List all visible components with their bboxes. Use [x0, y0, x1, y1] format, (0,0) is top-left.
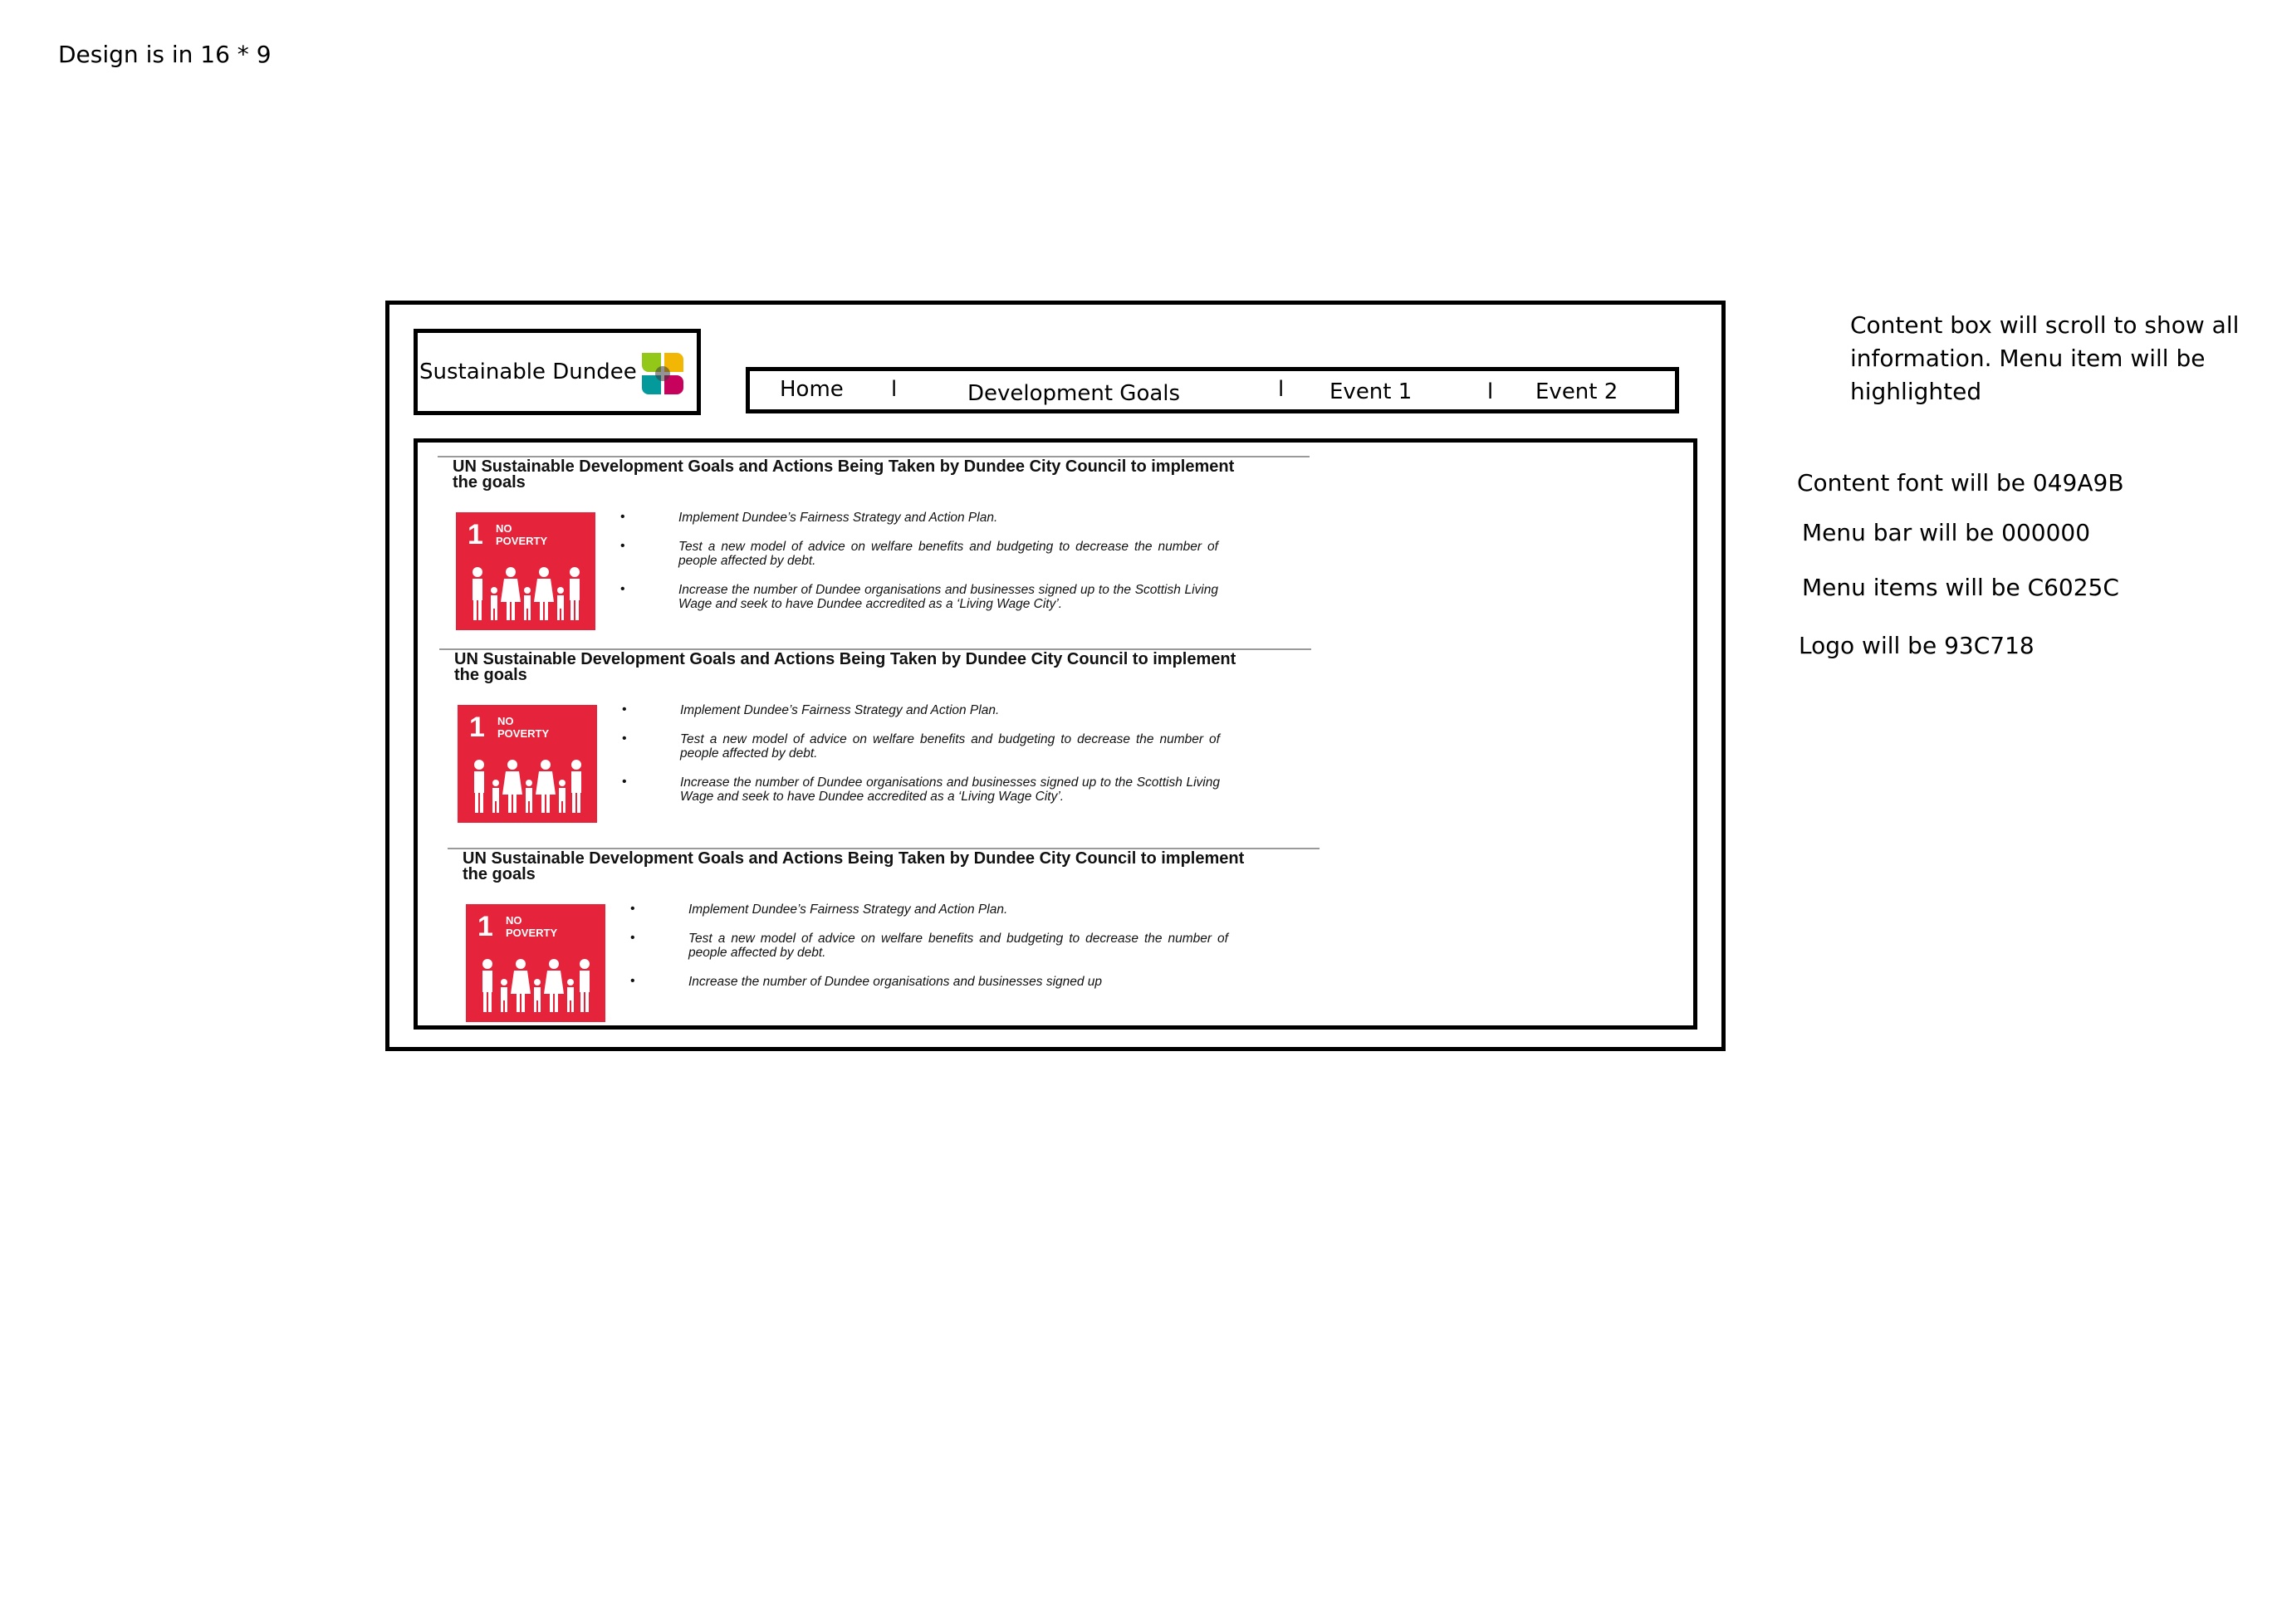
four-leaf-logo-icon [642, 353, 683, 394]
format-note: Design is in 16 * 9 [58, 41, 272, 68]
logo[interactable]: Sustainable Dundee [414, 329, 701, 415]
sdg-label: NO POVERTY [497, 715, 550, 740]
menu-separator: l [1487, 379, 1494, 404]
section-heading: UN Sustainable Development Goals and Act… [454, 650, 1236, 684]
sdg-label: NO POVERTY [506, 914, 558, 939]
menu-bar-note: Menu bar will be 000000 [1802, 519, 2091, 546]
action-item: Test a new model of advice on welfare be… [620, 539, 1218, 568]
scroll-note: Content box will scroll to show all info… [1850, 311, 2240, 405]
action-item: Test a new model of advice on welfare be… [630, 931, 1228, 960]
sdg-tile: 1 NO POVERTY [466, 904, 605, 1022]
menu-item-event-2[interactable]: Event 2 [1535, 379, 1618, 404]
action-list: Implement Dundee’s Fairness Strategy and… [630, 902, 1228, 1004]
family-icon [482, 959, 590, 1012]
content-box[interactable]: UN Sustainable Development Goals and Act… [414, 438, 1697, 1030]
sdg-number: 1 [477, 911, 493, 942]
menu-items-note: Menu items will be C6025C [1802, 574, 2119, 601]
logo-text: Sustainable Dundee [419, 360, 637, 384]
section-heading: UN Sustainable Development Goals and Act… [453, 457, 1235, 492]
action-item: Increase the number of Dundee organisati… [620, 582, 1218, 611]
logo-note: Logo will be 93C718 [1799, 632, 2035, 659]
action-list: Implement Dundee’s Fairness Strategy and… [620, 510, 1218, 626]
action-list: Implement Dundee’s Fairness Strategy and… [622, 702, 1220, 819]
action-item: Increase the number of Dundee organisati… [630, 974, 1228, 989]
family-icon [473, 567, 580, 620]
menu-item-event-1[interactable]: Event 1 [1329, 379, 1412, 404]
family-icon [474, 760, 581, 813]
menu-item-development-goals[interactable]: Development Goals [967, 381, 1180, 406]
section-heading: UN Sustainable Development Goals and Act… [463, 849, 1245, 883]
action-item: Implement Dundee’s Fairness Strategy and… [622, 702, 1220, 717]
menu-separator: l [1278, 377, 1285, 402]
sdg-number: 1 [468, 519, 483, 550]
menu-bar: Home l Development Goals l Event 1 l Eve… [746, 367, 1679, 413]
action-item: Implement Dundee’s Fairness Strategy and… [630, 902, 1228, 917]
sdg-tile: 1 NO POVERTY [458, 705, 597, 823]
action-item: Increase the number of Dundee organisati… [622, 775, 1220, 804]
sdg-label: NO POVERTY [496, 522, 548, 547]
menu-separator: l [891, 377, 898, 402]
action-item: Implement Dundee’s Fairness Strategy and… [620, 510, 1218, 525]
sdg-number: 1 [469, 712, 485, 743]
content-font-note: Content font will be 049A9B [1797, 469, 2124, 496]
action-item: Test a new model of advice on welfare be… [622, 731, 1220, 761]
menu-item-home[interactable]: Home [780, 377, 844, 402]
sdg-tile: 1 NO POVERTY [456, 512, 595, 630]
